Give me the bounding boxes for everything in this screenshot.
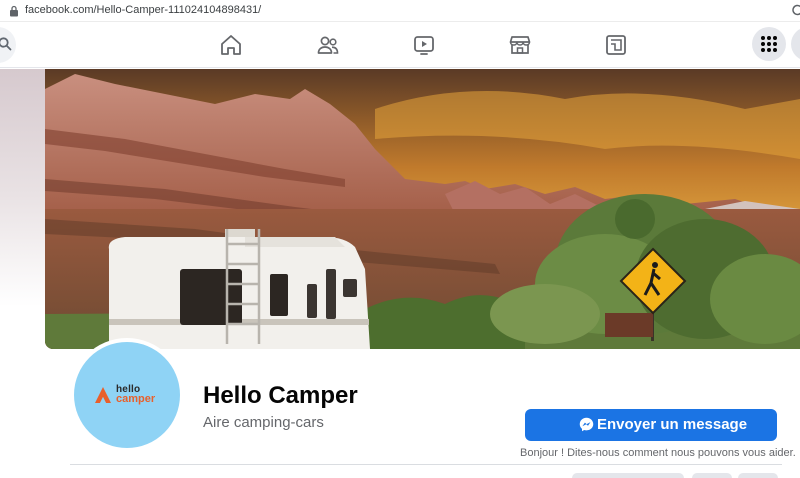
page-title: Hello Camper [203, 382, 358, 409]
search-button[interactable] [0, 27, 16, 63]
tab-pill[interactable] [572, 473, 684, 478]
message-hint: Bonjour ! Dites-nous comment nous pouvon… [520, 447, 796, 459]
address-bar[interactable]: facebook.com/Hello-Camper-11102410489843… [0, 0, 800, 22]
search-icon [0, 37, 12, 51]
cover-left-fade [0, 69, 45, 349]
divider [70, 464, 782, 465]
messenger-icon [579, 417, 594, 432]
account-button[interactable] [791, 27, 800, 61]
tab-pill[interactable] [692, 473, 732, 478]
hello-camper-logo-icon [95, 387, 111, 403]
home-icon[interactable] [219, 33, 243, 57]
watch-icon[interactable] [412, 33, 436, 57]
lock-icon [10, 5, 18, 17]
cover-photo[interactable] [45, 69, 800, 349]
tab-pill[interactable] [738, 473, 778, 478]
page-category[interactable]: Aire camping-cars [203, 414, 324, 431]
url-text[interactable]: facebook.com/Hello-Camper-11102410489843… [25, 4, 261, 16]
menu-grid-icon [761, 36, 777, 52]
menu-button[interactable] [752, 27, 786, 61]
marketplace-icon[interactable] [508, 33, 532, 57]
logo-text-line2: camper [116, 393, 156, 405]
send-message-button[interactable]: Envoyer un message [525, 409, 777, 441]
cover-illustration [45, 69, 800, 349]
friends-icon[interactable] [316, 33, 340, 57]
top-navigation [0, 22, 800, 68]
motorhome [108, 229, 371, 349]
send-message-label: Envoyer un message [597, 416, 748, 433]
groups-icon[interactable] [604, 33, 628, 57]
reload-icon[interactable] [792, 3, 800, 17]
